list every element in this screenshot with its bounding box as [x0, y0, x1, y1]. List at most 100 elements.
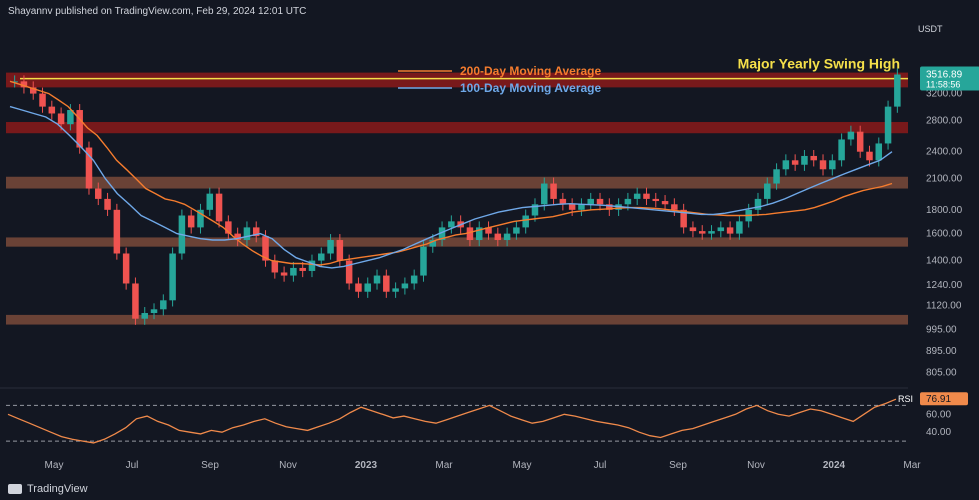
candle-body — [299, 267, 306, 271]
support-zone-3 — [6, 176, 908, 189]
candle-body — [847, 131, 855, 140]
price-tick-label: 2100.00 — [926, 174, 963, 185]
candle-body — [894, 74, 901, 107]
support-zone-4 — [6, 237, 908, 247]
candle-body — [410, 275, 418, 284]
candle-body — [856, 131, 864, 152]
price-tick-label: 1600.00 — [926, 229, 963, 240]
candle-body — [782, 160, 790, 170]
candle-body — [754, 198, 762, 210]
candle-body — [652, 198, 660, 202]
tradingview-brand: TradingView — [27, 483, 88, 495]
footer-bar: TradingView — [0, 478, 979, 500]
rsi-label: RSI — [898, 394, 913, 404]
price-tick-label: 2400.00 — [926, 147, 963, 158]
price-tick-label: 1120.00 — [926, 301, 962, 312]
candle-body — [494, 233, 502, 241]
candle-body — [280, 272, 288, 276]
candle-body — [689, 227, 697, 232]
candle-body — [122, 253, 130, 284]
candle-body — [95, 188, 102, 199]
candle-body — [215, 193, 223, 222]
support-zone-5 — [6, 314, 908, 325]
price-tick-label: 1240.00 — [926, 280, 963, 291]
time-tick-label: Nov — [747, 460, 765, 471]
tradingview-logo-icon — [8, 484, 22, 494]
candle-body — [829, 160, 836, 170]
candle-body — [187, 215, 195, 228]
candle-body — [596, 198, 604, 205]
rsi-tick-label: 60.00 — [926, 409, 951, 420]
tradingview-logo[interactable]: TradingView — [8, 483, 88, 495]
candle-body — [838, 139, 845, 161]
support-zone-1 — [6, 72, 908, 88]
time-tick-label: Nov — [279, 460, 297, 471]
candle-body — [801, 155, 808, 165]
candle-body — [624, 198, 632, 205]
candle-body — [243, 227, 251, 241]
candle-body — [764, 183, 771, 199]
candle-body — [373, 275, 381, 284]
price-tick-label: 1400.00 — [926, 256, 963, 267]
candle-body — [392, 288, 399, 292]
candle-body — [568, 204, 576, 210]
candle-body — [401, 283, 409, 289]
time-tick-label: Sep — [669, 460, 687, 471]
candle-body — [717, 227, 725, 232]
candle-body — [875, 143, 883, 161]
time-tick-label: May — [45, 460, 64, 471]
price-tick-label: 895.00 — [926, 346, 957, 357]
candle-body — [578, 204, 585, 210]
candle-body — [503, 233, 511, 241]
candle-body — [448, 221, 455, 228]
candle-body — [327, 240, 334, 254]
price-tick-label: 805.00 — [926, 367, 957, 378]
price-tick-label: 2800.00 — [926, 116, 963, 127]
candle-body — [39, 93, 46, 107]
support-zone-2 — [6, 122, 908, 134]
time-tick-label: 2024 — [823, 460, 846, 471]
time-tick-label: Mar — [903, 460, 921, 471]
rsi-last-value: 76.91 — [926, 394, 951, 405]
candle-body — [736, 221, 743, 234]
candle-body — [884, 106, 892, 144]
swing-high-annotation: Major Yearly Swing High — [738, 56, 900, 72]
candle-body — [169, 253, 176, 301]
rsi-tick-label: 40.00 — [926, 427, 951, 438]
time-tick-label: Mar — [435, 460, 453, 471]
price-tick-label: 995.00 — [926, 325, 957, 336]
time-tick-label: Jul — [594, 460, 607, 471]
candle-body — [290, 267, 297, 276]
candle-body — [810, 155, 817, 161]
candle-body — [643, 193, 650, 199]
candle-body — [773, 169, 780, 184]
candle-body — [550, 183, 557, 199]
candle-body — [541, 183, 548, 205]
candle-body — [587, 198, 594, 205]
candle-body — [318, 253, 325, 261]
candle-body — [336, 240, 344, 261]
candle-body — [698, 231, 706, 234]
candle-body — [819, 160, 827, 170]
candle-body — [113, 209, 121, 254]
candle-body — [160, 300, 167, 310]
time-tick-label: 2023 — [355, 460, 378, 471]
candle-body — [726, 227, 734, 234]
candle-body — [661, 201, 669, 205]
candle-body — [206, 193, 214, 210]
time-tick-label: Sep — [201, 460, 219, 471]
candle-body — [633, 193, 641, 199]
time-tick-label: May — [513, 460, 532, 471]
time-tick-label: Jul — [126, 460, 139, 471]
candle-body — [866, 151, 873, 161]
candle-body — [48, 106, 56, 114]
legend-label-2: 100-Day Moving Average — [460, 81, 601, 95]
legend-label-1: 200-Day Moving Average — [460, 64, 601, 78]
candle-body — [57, 113, 65, 125]
candle-body — [132, 283, 139, 319]
countdown-label: 11:58:56 — [926, 80, 960, 90]
candle-body — [104, 198, 111, 210]
candle-body — [383, 275, 390, 292]
price-chart[interactable]: Major Yearly Swing High 200-Day Moving Av… — [0, 0, 979, 478]
candle-body — [355, 283, 362, 292]
